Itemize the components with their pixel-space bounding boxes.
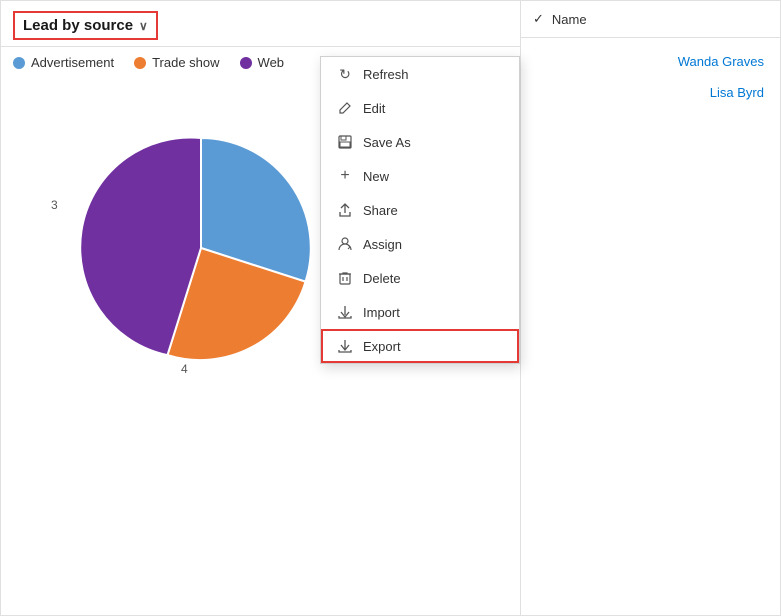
legend-item-advertisement: Advertisement <box>13 55 114 70</box>
menu-item-save-as[interactable]: Save As <box>321 125 519 159</box>
new-icon: + <box>337 168 353 184</box>
menu-item-export[interactable]: Export <box>321 329 519 363</box>
label-tradeshow: 4 <box>181 362 188 376</box>
pie-svg <box>71 118 331 378</box>
legend-dot-web <box>240 57 252 69</box>
legend-label-web: Web <box>258 55 285 70</box>
refresh-icon: ↻ <box>337 66 353 82</box>
menu-label-refresh: Refresh <box>363 67 409 82</box>
main-container: Lead by source ∨ ⤢ ••• Advertisement Tra… <box>0 0 781 616</box>
menu-label-import: Import <box>363 305 400 320</box>
menu-label-save-as: Save As <box>363 135 411 150</box>
check-icon: ✓ <box>533 11 544 27</box>
menu-label-new: New <box>363 169 389 184</box>
chart-title-button[interactable]: Lead by source ∨ <box>13 11 158 40</box>
import-icon <box>337 304 353 320</box>
pie-chart: 3 4 3 <box>71 118 331 381</box>
menu-label-export: Export <box>363 339 401 354</box>
menu-item-refresh[interactable]: ↻ Refresh <box>321 57 519 91</box>
assign-icon <box>337 236 353 252</box>
column-name-label: Name <box>552 12 587 27</box>
menu-item-assign[interactable]: Assign <box>321 227 519 261</box>
delete-icon <box>337 270 353 286</box>
person-item-lisa[interactable]: Lisa Byrd <box>521 77 780 108</box>
menu-label-share: Share <box>363 203 398 218</box>
export-icon <box>337 338 353 354</box>
person-list: Wanda Graves Lisa Byrd <box>521 38 780 116</box>
edit-icon <box>337 100 353 116</box>
legend-dot-tradeshow <box>134 57 146 69</box>
share-icon <box>337 202 353 218</box>
legend-dot-advertisement <box>13 57 25 69</box>
right-panel: ✓ Name Wanda Graves Lisa Byrd <box>520 1 780 615</box>
menu-label-assign: Assign <box>363 237 402 252</box>
save-as-icon <box>337 134 353 150</box>
legend-label-tradeshow: Trade show <box>152 55 219 70</box>
legend-label-advertisement: Advertisement <box>31 55 114 70</box>
chart-title: Lead by source <box>23 17 133 34</box>
menu-item-import[interactable]: Import <box>321 295 519 329</box>
legend-item-web: Web <box>240 55 285 70</box>
menu-item-edit[interactable]: Edit <box>321 91 519 125</box>
label-web: 3 <box>51 198 58 212</box>
dropdown-menu: ↻ Refresh Edit Save As + New <box>320 56 520 364</box>
menu-item-delete[interactable]: Delete <box>321 261 519 295</box>
legend-item-tradeshow: Trade show <box>134 55 219 70</box>
menu-item-new[interactable]: + New <box>321 159 519 193</box>
menu-item-share[interactable]: Share <box>321 193 519 227</box>
right-panel-header: ✓ Name <box>521 1 780 38</box>
menu-label-edit: Edit <box>363 101 385 116</box>
menu-label-delete: Delete <box>363 271 401 286</box>
chevron-down-icon: ∨ <box>139 19 148 33</box>
person-item-wanda[interactable]: Wanda Graves <box>521 46 780 77</box>
